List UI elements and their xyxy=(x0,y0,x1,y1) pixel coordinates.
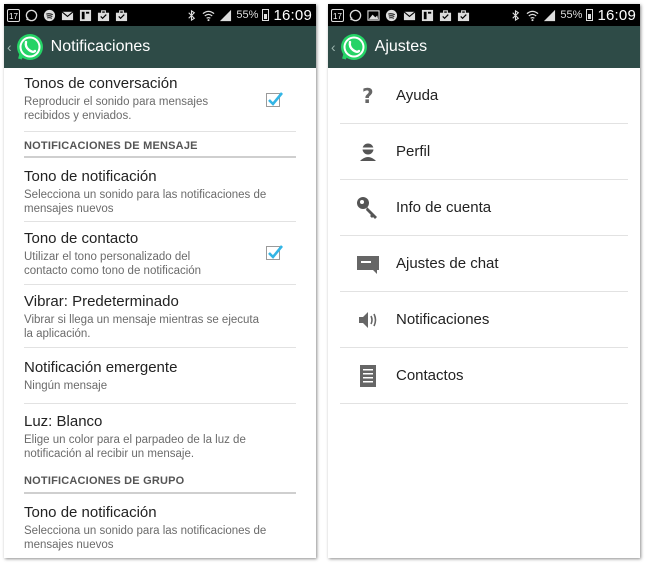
menu-item-profile[interactable]: Perfil xyxy=(340,124,628,180)
pref-summary: Selecciona un sonido para las notificaci… xyxy=(24,525,267,551)
pref-contact-tone[interactable]: Tono de contacto Utilizar el tono person… xyxy=(24,222,296,285)
contacts-icon xyxy=(340,364,396,388)
menu-item-account-info[interactable]: Info de cuenta xyxy=(340,180,628,236)
bluetooth-icon xyxy=(188,9,196,21)
pref-vibrate[interactable]: Vibrar: Predeterminado Vibrar si llega u… xyxy=(24,285,296,348)
help-icon: ? xyxy=(340,84,396,108)
notifications-screen: 17 55% 16:09 ‹ Notificaciones Tonos de c… xyxy=(4,4,316,558)
signal-icon xyxy=(220,9,232,21)
status-bar: 17 55% 16:09 xyxy=(328,4,640,26)
menu-label: Perfil xyxy=(396,143,431,160)
pref-title: Vibrar: Predeterminado xyxy=(24,293,179,310)
news-icon xyxy=(79,9,92,21)
conversation-tones-checkbox[interactable] xyxy=(266,92,284,107)
spotify-icon xyxy=(385,9,398,21)
profile-icon xyxy=(340,141,396,163)
pref-summary: Reproducir el sonido para mensajes recib… xyxy=(24,96,209,122)
gmail-icon xyxy=(403,10,416,20)
pref-conversation-tones[interactable]: Tonos de conversación Reproducir el soni… xyxy=(24,68,296,132)
pref-title: Tonos de conversación xyxy=(24,75,178,92)
menu-label: Ajustes de chat xyxy=(396,255,499,272)
spotify-icon xyxy=(43,9,56,21)
chat-icon xyxy=(340,253,396,275)
whatsapp-icon xyxy=(349,9,362,21)
pref-title: Luz: Blanco xyxy=(24,413,103,430)
pref-light[interactable]: Luz: Blanco Elige un color para el parpa… xyxy=(24,404,296,468)
check-icon xyxy=(268,245,284,259)
pref-group-notification-tone[interactable]: Tono de notificación Selecciona un sonid… xyxy=(24,494,296,554)
calendar-icon: 17 xyxy=(331,8,344,22)
menu-label: Contactos xyxy=(396,367,464,384)
news-icon xyxy=(421,9,434,21)
key-icon xyxy=(340,195,396,221)
pref-summary: Utilizar el tono personalizado del conta… xyxy=(24,251,202,277)
pref-summary: Vibrar si llega un mensaje mientras se e… xyxy=(24,314,260,340)
menu-item-help[interactable]: ? Ayuda xyxy=(340,68,628,124)
back-chevron-icon[interactable]: ‹ xyxy=(331,39,336,55)
clock: 16:09 xyxy=(597,6,636,24)
menu-item-contacts[interactable]: Contactos xyxy=(340,348,628,404)
section-header-message-notifications: NOTIFICACIONES DE MENSAJE xyxy=(24,132,296,158)
menu-item-notifications[interactable]: Notificaciones xyxy=(340,292,628,348)
page-title: Ajustes xyxy=(374,38,428,55)
contact-tone-checkbox[interactable] xyxy=(266,245,284,260)
pref-title: Tono de notificación xyxy=(24,504,157,521)
pref-title: Tono de notificación xyxy=(24,168,157,185)
settings-screen: 17 55% 16:09 ‹ Ajustes ? Ayuda Perfil In… xyxy=(328,4,640,558)
check-icon xyxy=(268,92,284,106)
signal-icon xyxy=(544,9,556,21)
pref-popup-notification[interactable]: Notificación emergente Ningún mensaje xyxy=(24,348,296,404)
bluetooth-icon xyxy=(512,9,520,21)
wifi-icon xyxy=(526,10,539,21)
whatsapp-icon xyxy=(25,9,38,21)
speaker-icon xyxy=(340,309,396,331)
briefcase-icon xyxy=(439,9,452,21)
menu-label: Info de cuenta xyxy=(396,199,492,216)
pref-notification-tone[interactable]: Tono de notificación Selecciona un sonid… xyxy=(24,158,296,222)
battery-icon xyxy=(586,9,594,21)
image-icon xyxy=(367,9,380,21)
pref-summary: Ningún mensaje xyxy=(24,380,108,392)
pref-title: Notificación emergente xyxy=(24,359,178,376)
svg-text:?: ? xyxy=(362,84,374,108)
battery-percent: 55% xyxy=(560,9,583,21)
calendar-icon: 17 xyxy=(7,8,20,22)
pref-title: Tono de contacto xyxy=(24,230,139,247)
briefcase-icon xyxy=(115,9,128,21)
page-title: Notificaciones xyxy=(50,38,151,55)
whatsapp-logo-icon[interactable] xyxy=(339,32,369,62)
status-bar: 17 55% 16:09 xyxy=(4,4,316,26)
menu-label: Ayuda xyxy=(396,87,439,104)
pref-summary: Elige un color para el parpadeo de la lu… xyxy=(24,434,246,460)
notification-settings-list: Tonos de conversación Reproducir el soni… xyxy=(4,68,316,554)
briefcase-icon xyxy=(97,9,110,21)
briefcase-icon xyxy=(457,9,470,21)
battery-percent: 55% xyxy=(236,9,259,21)
section-header-group-notifications: NOTIFICACIONES DE GRUPO xyxy=(24,468,296,494)
gmail-icon xyxy=(61,10,74,20)
wifi-icon xyxy=(202,10,215,21)
menu-label: Notificaciones xyxy=(396,311,490,328)
clock: 16:09 xyxy=(273,6,312,24)
settings-menu: ? Ayuda Perfil Info de cuenta Ajustes de… xyxy=(328,68,640,404)
whatsapp-logo-icon[interactable] xyxy=(15,32,45,62)
battery-icon xyxy=(262,9,270,21)
menu-item-chat-settings[interactable]: Ajustes de chat xyxy=(340,236,628,292)
pref-summary: Selecciona un sonido para las notificaci… xyxy=(24,189,267,215)
back-chevron-icon[interactable]: ‹ xyxy=(7,39,12,55)
action-bar: ‹ Notificaciones xyxy=(4,26,316,68)
action-bar: ‹ Ajustes xyxy=(328,26,640,68)
